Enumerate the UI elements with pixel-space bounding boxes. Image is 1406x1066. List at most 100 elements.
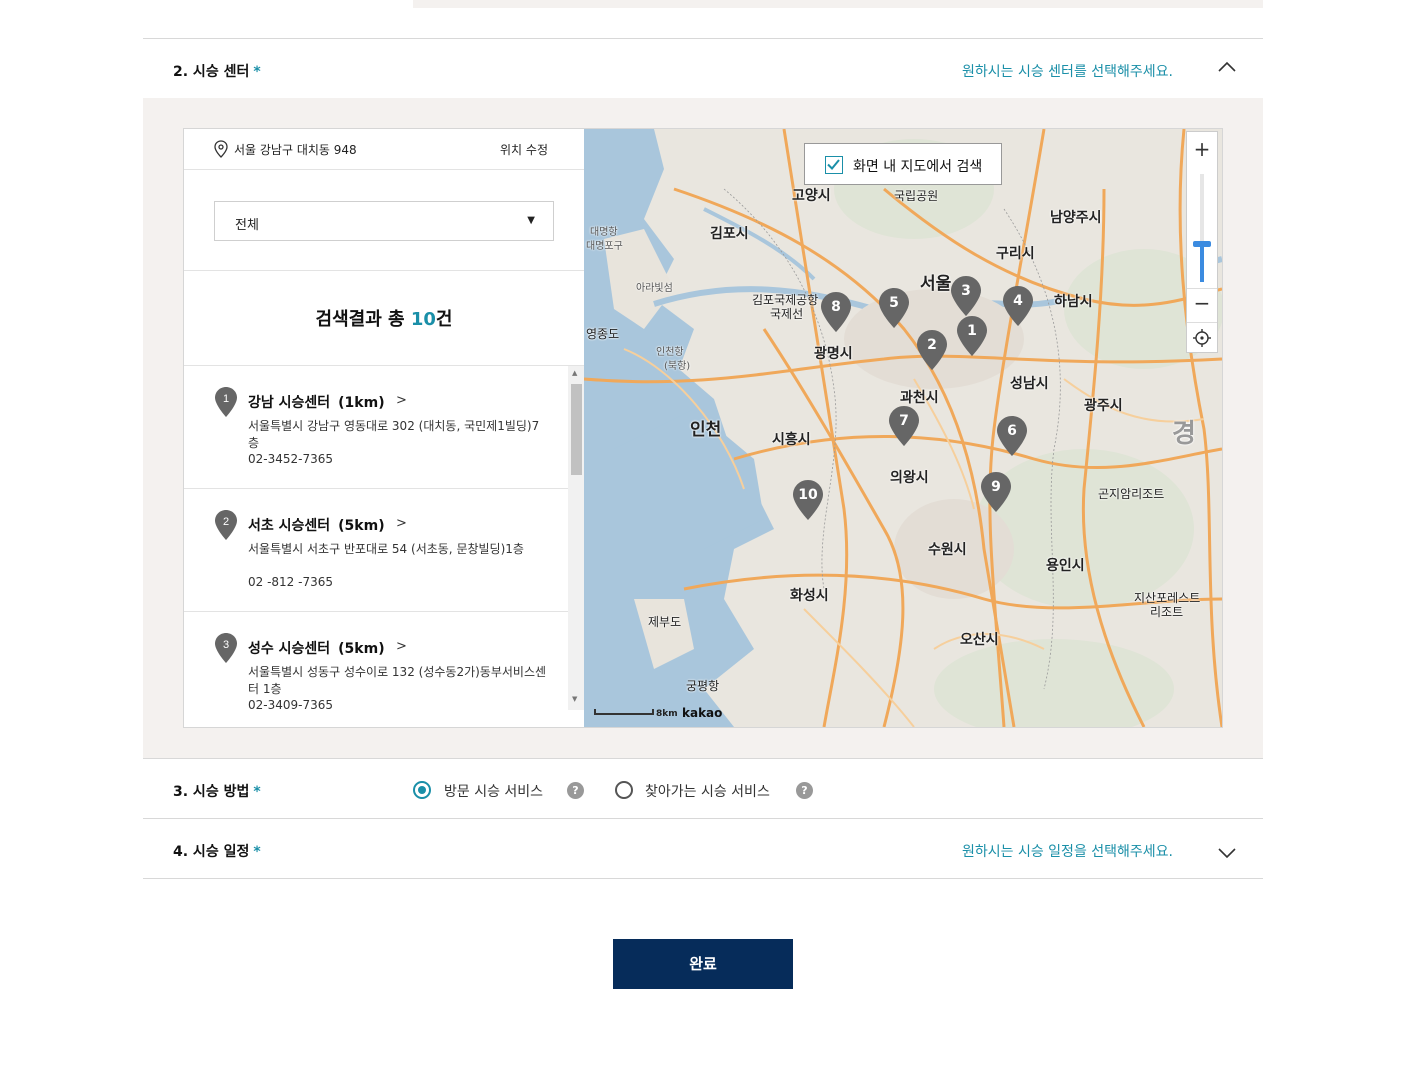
list-item[interactable]: 3 성수 시승센터 (5km) > 서울특별시 성동구 성수이로 132 (성수동… — [184, 612, 568, 727]
center-finder: 서울 강남구 대치동 948 위치 수정 전체 ▼ 검색결과 총 10건 1 강… — [183, 128, 1223, 728]
scrollbar-thumb[interactable] — [571, 384, 582, 475]
chevron-right-icon[interactable]: > — [396, 393, 407, 408]
visit-service-radio[interactable] — [413, 781, 431, 799]
edit-location-button[interactable]: 위치 수정 — [500, 141, 548, 158]
map-marker[interactable]: 2 — [916, 329, 948, 371]
scroll-down-icon[interactable]: ▼ — [572, 695, 577, 703]
center-phone: 02-3452-7365 — [248, 452, 334, 466]
divider — [143, 38, 1263, 39]
marker-number: 3 — [223, 639, 229, 651]
dropdown-arrow-icon: ▼ — [527, 215, 535, 226]
zoom-in-button[interactable]: + — [1187, 132, 1217, 166]
chevron-right-icon[interactable]: > — [396, 639, 407, 654]
current-location-button[interactable] — [1187, 322, 1217, 352]
center-name[interactable]: 성수 시승센터 (5km) — [248, 638, 385, 658]
required-mark: * — [253, 64, 261, 80]
map-label: 광주시 — [1084, 398, 1123, 414]
center-address: 서울특별시 성동구 성수이로 132 (성수동2가)동부서비스센터 1층 — [248, 665, 547, 696]
marker-number: 2 — [927, 337, 937, 353]
center-name-text: 성수 시승센터 — [248, 641, 331, 657]
marker-number: 10 — [798, 487, 818, 503]
map-label: 인천 — [690, 420, 722, 440]
map-label: 대명포구 — [586, 241, 623, 252]
list-item[interactable]: 2 서초 시승센터 (5km) > 서울특별시 서초구 반포대로 54 (서초동,… — [184, 489, 568, 612]
map-label: 의왕시 — [890, 470, 929, 486]
chevron-down-icon[interactable] — [1217, 846, 1237, 860]
map-label: 영종도 — [586, 327, 620, 341]
center-phone: 02-3409-7365 — [248, 698, 334, 712]
map-label: 서울 — [920, 274, 952, 294]
divider — [143, 878, 1263, 879]
marker-icon: 2 — [215, 510, 237, 540]
chevron-up-icon[interactable] — [1217, 60, 1237, 74]
map-label: 구리시 — [996, 246, 1035, 262]
map-label: 광명시 — [814, 346, 853, 362]
visit-service-label[interactable]: 방문 시승 서비스 — [444, 781, 543, 801]
required-mark: * — [253, 844, 261, 860]
delivery-service-label[interactable]: 찾아가는 시승 서비스 — [645, 781, 770, 801]
map-label: 대명항 — [590, 227, 618, 238]
section2-hint: 원하시는 시승 센터를 선택해주세요. — [962, 64, 1173, 80]
list-item[interactable]: 1 강남 시승센터 (1km) > 서울특별시 강남구 영동대로 302 (대치동… — [184, 366, 568, 489]
marker-number: 2 — [223, 516, 229, 528]
help-icon[interactable]: ? — [796, 782, 813, 799]
map-label: 용인시 — [1046, 558, 1085, 574]
map[interactable]: 고양시 김포시 서울 남양주시 구리시 하남시 광명시 인천 시흥시 과천시 성… — [584, 129, 1222, 727]
zoom-slider-handle[interactable] — [1193, 241, 1211, 247]
marker-number: 4 — [1013, 293, 1023, 309]
required-mark: * — [253, 784, 261, 800]
map-label: 남양주시 — [1050, 210, 1102, 226]
help-icon[interactable]: ? — [567, 782, 584, 799]
center-distance: (1km) — [338, 395, 385, 411]
map-label: 인천항 — [656, 347, 684, 358]
center-name[interactable]: 강남 시승센터 (1km) — [248, 392, 385, 412]
divider — [143, 758, 1263, 759]
map-label: 화성시 — [790, 588, 829, 604]
map-scale-label: 8km — [656, 709, 678, 719]
marker-number: 5 — [889, 295, 899, 311]
location-row: 서울 강남구 대치동 948 위치 수정 — [184, 129, 584, 170]
map-marker[interactable]: 9 — [980, 471, 1012, 513]
select-value: 전체 — [235, 218, 259, 233]
current-address: 서울 강남구 대치동 948 — [234, 143, 357, 157]
map-marker[interactable]: 3 — [950, 275, 982, 317]
search-in-map-toggle[interactable]: 화면 내 지도에서 검색 — [804, 143, 1002, 185]
map-marker[interactable]: 7 — [888, 405, 920, 447]
zoom-out-button[interactable]: − — [1187, 288, 1217, 318]
map-marker[interactable]: 6 — [996, 415, 1028, 457]
map-label: 국립공원 — [894, 189, 939, 203]
map-scale-bar — [594, 709, 654, 715]
previous-section-bottom — [413, 0, 1263, 8]
section4-title: 4. 시승 일정 * — [173, 841, 261, 861]
map-label: 성남시 — [1010, 376, 1049, 392]
map-label: 제부도 — [648, 615, 682, 629]
center-type-select[interactable]: 전체 ▼ — [214, 201, 554, 241]
section2-title: 2. 시승 센터 * — [173, 61, 261, 81]
center-distance: (5km) — [338, 518, 385, 534]
map-marker[interactable]: 8 — [820, 291, 852, 333]
center-address: 서울특별시 강남구 영동대로 302 (대치동, 국민제1빌딩)7층 — [248, 419, 540, 450]
map-marker[interactable]: 10 — [792, 479, 824, 521]
zoom-slider-fill — [1200, 246, 1204, 282]
zoom-control: + − — [1186, 131, 1218, 353]
delivery-service-radio[interactable] — [615, 781, 633, 799]
center-name-text: 강남 시승센터 — [248, 395, 331, 411]
map-marker[interactable]: 5 — [878, 287, 910, 329]
chevron-right-icon[interactable]: > — [396, 516, 407, 531]
section4-hint: 원하시는 시승 일정을 선택해주세요. — [962, 844, 1173, 860]
map-marker[interactable]: 4 — [1002, 285, 1034, 327]
checkbox[interactable] — [825, 156, 843, 174]
center-phone: 02 -812 -7365 — [248, 575, 334, 589]
marker-icon: 1 — [215, 387, 237, 417]
marker-number: 1 — [967, 323, 977, 339]
center-list[interactable]: 1 강남 시승센터 (1km) > 서울특별시 강남구 영동대로 302 (대치동… — [184, 366, 568, 727]
result-count-number: 10 — [410, 309, 436, 330]
result-count-prefix: 검색결과 총 — [315, 309, 411, 330]
scroll-up-icon[interactable]: ▲ — [572, 369, 577, 377]
map-label: 아라빛섬 — [636, 283, 673, 294]
center-name[interactable]: 서초 시승센터 (5km) — [248, 515, 385, 535]
submit-button[interactable]: 완료 — [613, 939, 793, 989]
map-label: 궁평항 — [686, 679, 720, 693]
map-marker[interactable]: 1 — [956, 315, 988, 357]
search-in-map-label: 화면 내 지도에서 검색 — [853, 159, 983, 175]
